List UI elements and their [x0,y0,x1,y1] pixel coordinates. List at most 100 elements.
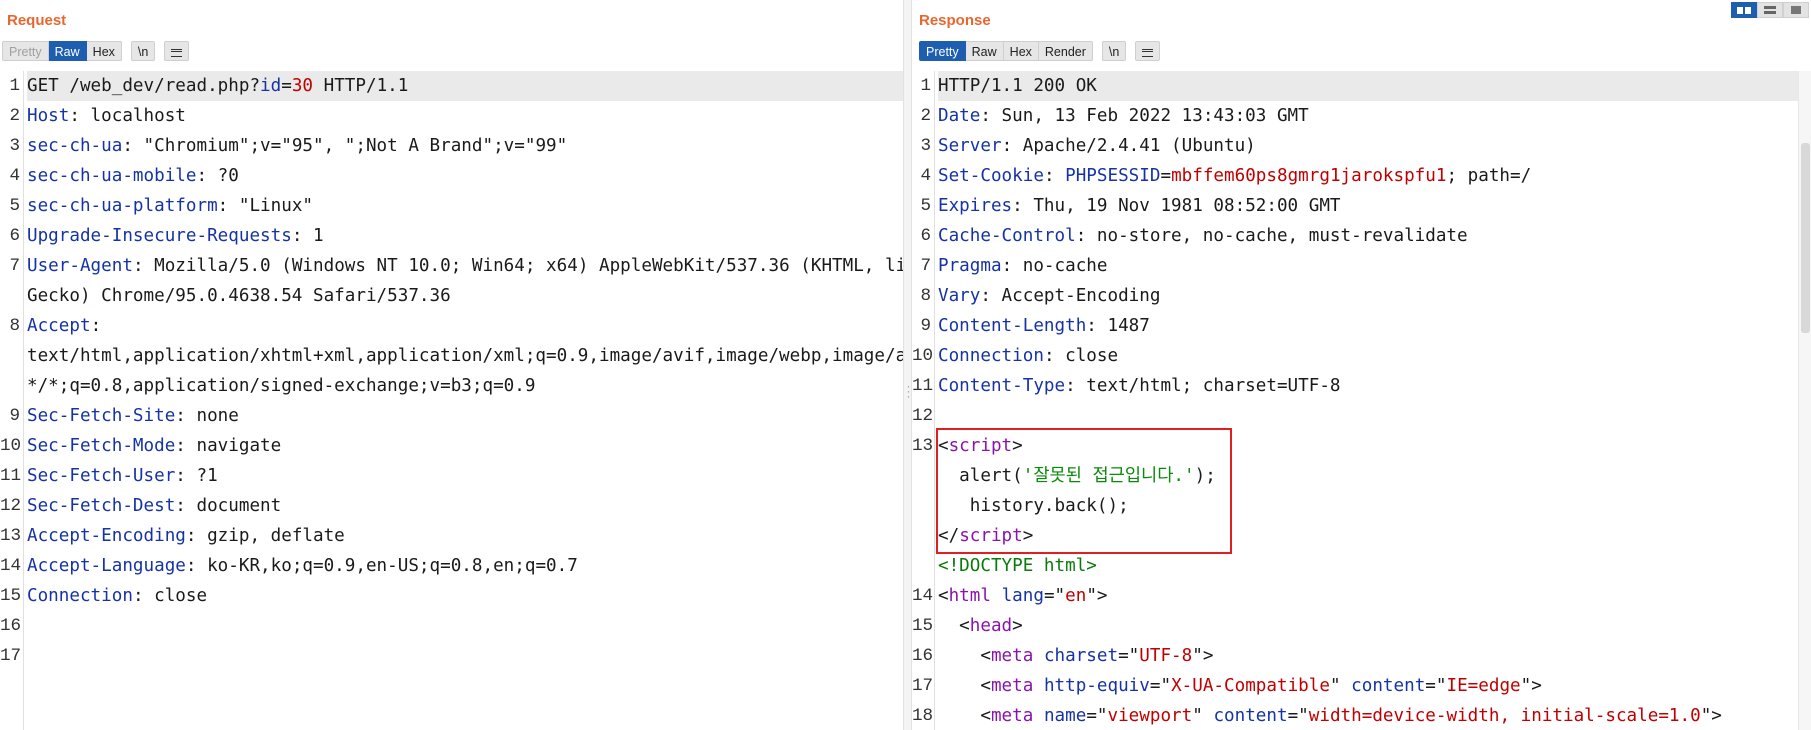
code-line: Server: Apache/2.4.41 (Ubuntu) [938,131,1798,161]
code-token: Vary [938,286,981,306]
response-newline-toggle[interactable]: \n [1101,41,1127,61]
line-number: 14 [912,586,934,606]
request-toolbar: Pretty Raw Hex \n [2,41,190,61]
line-number [912,521,934,551]
line-number: 16 [0,616,22,636]
code-token: Sec-Fetch-User [27,466,176,486]
code-token: text/html,application/xhtml+xml,applicat… [27,346,903,366]
code-token: =" [1043,586,1066,606]
line-number: 5 [9,196,20,216]
line-number: 15 [912,616,934,636]
line-number: 4 [9,166,20,186]
code-token: sec-ch-ua-mobile [27,166,197,186]
line-number: 12 [0,496,22,516]
response-tab-render[interactable]: Render [1038,41,1093,61]
code-line: Gecko) Chrome/95.0.4638.54 Safari/537.36 [27,281,903,311]
line-number: 2 [9,106,20,126]
side-by-side-layout-icon[interactable] [1731,2,1757,18]
code-token: : "Linux" [217,196,314,216]
response-editor[interactable]: 1 2 3 4 5 6 7 8 9 10 11 12 13 14 15 16 17 18 HTTP/1.1 200… [912,71,1811,730]
line-number: 16 [912,646,934,666]
line-number: 9 [9,406,20,426]
code-token: : close [1043,346,1119,366]
response-scrollbar[interactable] [1798,71,1811,730]
request-tab-pretty[interactable]: Pretty [2,41,49,61]
hamburger-menu-icon [1142,48,1154,57]
layout-toggle [1731,2,1809,18]
code-token: : no-store, no-cache, must-revalidate [1075,226,1468,246]
request-code[interactable]: GET /web_dev/read.php?id=30 HTTP/1.1 Host… [27,71,903,730]
code-token: : Apache/2.4.41 (Ubuntu) [1001,136,1256,156]
code-line: Set-Cookie: PHPSESSID=mbffem60ps8gmrg1ja… [938,161,1798,191]
code-token: HTTP/1.1 200 OK [938,76,1097,96]
line-number: 7 [920,256,931,276]
response-scrollbar-thumb[interactable] [1801,143,1810,333]
code-token: sec-ch-ua [27,136,123,156]
code-token: Cache-Control [938,226,1076,246]
pane-splitter[interactable]: · · · [903,0,912,730]
code-token: Sec-Fetch-Mode [27,436,176,456]
code-token: ); [1194,466,1216,486]
line-number [0,281,23,311]
code-line: sec-ch-ua-platform: "Linux" [27,191,903,221]
response-tab-hex[interactable]: Hex [1003,41,1039,61]
code-line: Date: Sun, 13 Feb 2022 13:43:03 GMT [938,101,1798,131]
line-number: 15 [0,586,22,606]
request-editor[interactable]: 1 2 3 4 5 6 7 8 9 10 11 12 13 14 15 16 17 GET /web_dev/r… [0,71,903,730]
code-token: Content-Length [938,316,1087,336]
code-token: > [1022,526,1034,546]
code-token: Sec-Fetch-Site [27,406,176,426]
code-token: : Accept-Encoding [980,286,1161,306]
request-menu-button[interactable] [164,41,190,61]
code-line: <meta name="viewport" content="width=dev… [938,701,1798,730]
request-tab-raw[interactable]: Raw [48,41,87,61]
hamburger-menu-icon [171,48,183,57]
code-token: < [938,436,949,456]
code-token: script [948,436,1013,456]
code-token: > [1012,436,1023,456]
request-tab-hex[interactable]: Hex [86,41,122,61]
code-line: Pragma: no-cache [938,251,1798,281]
code-token: Gecko) Chrome/95.0.4638.54 Safari/537.36 [27,286,451,306]
code-token: : document [175,496,282,516]
line-number: 17 [0,646,22,666]
stacked-layout-icon[interactable] [1757,2,1783,18]
code-line: */*;q=0.8,application/signed-exchange;v=… [27,371,903,401]
code-token: : 1487 [1086,316,1150,336]
code-token: > [1012,616,1023,636]
code-token: " [1192,706,1214,726]
request-newline-toggle[interactable]: \n [130,41,156,61]
line-number [0,341,23,371]
code-token: width=device-width, initial-scale=1.0 [1308,706,1701,726]
single-pane-layout-icon[interactable] [1783,2,1809,18]
code-token: en [1065,586,1087,606]
code-token: GET /web_dev/read.php? [27,76,261,96]
code-token: < [938,676,991,696]
code-token: Content-Type [938,376,1066,396]
code-token: IE=edge [1446,676,1521,696]
code-token: User-Agent [27,256,133,276]
code-token: <!DOCTYPE html> [938,556,1097,576]
code-line: Sec-Fetch-User: ?1 [27,461,903,491]
response-code[interactable]: HTTP/1.1 200 OK Date: Sun, 13 Feb 2022 13… [938,71,1798,730]
code-line: <script> [938,431,1798,461]
code-line: <meta charset="UTF-8"> [938,641,1798,671]
code-token: : none [175,406,239,426]
code-token: " [1329,676,1352,696]
code-token: ; path=/ [1446,166,1532,186]
response-menu-button[interactable] [1135,41,1161,61]
response-pane: Response Pretty Raw Hex Render \n 123456… [912,0,1811,730]
code-token: : Sun, 13 Feb 2022 13:43:03 GMT [980,106,1309,126]
code-line: Vary: Accept-Encoding [938,281,1798,311]
code-token: =" [1149,676,1172,696]
code-token: head [969,616,1013,636]
response-tab-raw[interactable]: Raw [965,41,1004,61]
code-token: script [959,526,1023,546]
code-token: Sec-Fetch-Dest [27,496,176,516]
line-number: 1 [920,76,931,96]
code-line: Upgrade-Insecure-Requests: 1 [27,221,903,251]
response-tab-pretty[interactable]: Pretty [919,41,966,61]
code-token: < [938,646,991,666]
code-line: <meta http-equiv="X-UA-Compatible" conte… [938,671,1798,701]
code-token: Accept-Language [27,556,186,576]
